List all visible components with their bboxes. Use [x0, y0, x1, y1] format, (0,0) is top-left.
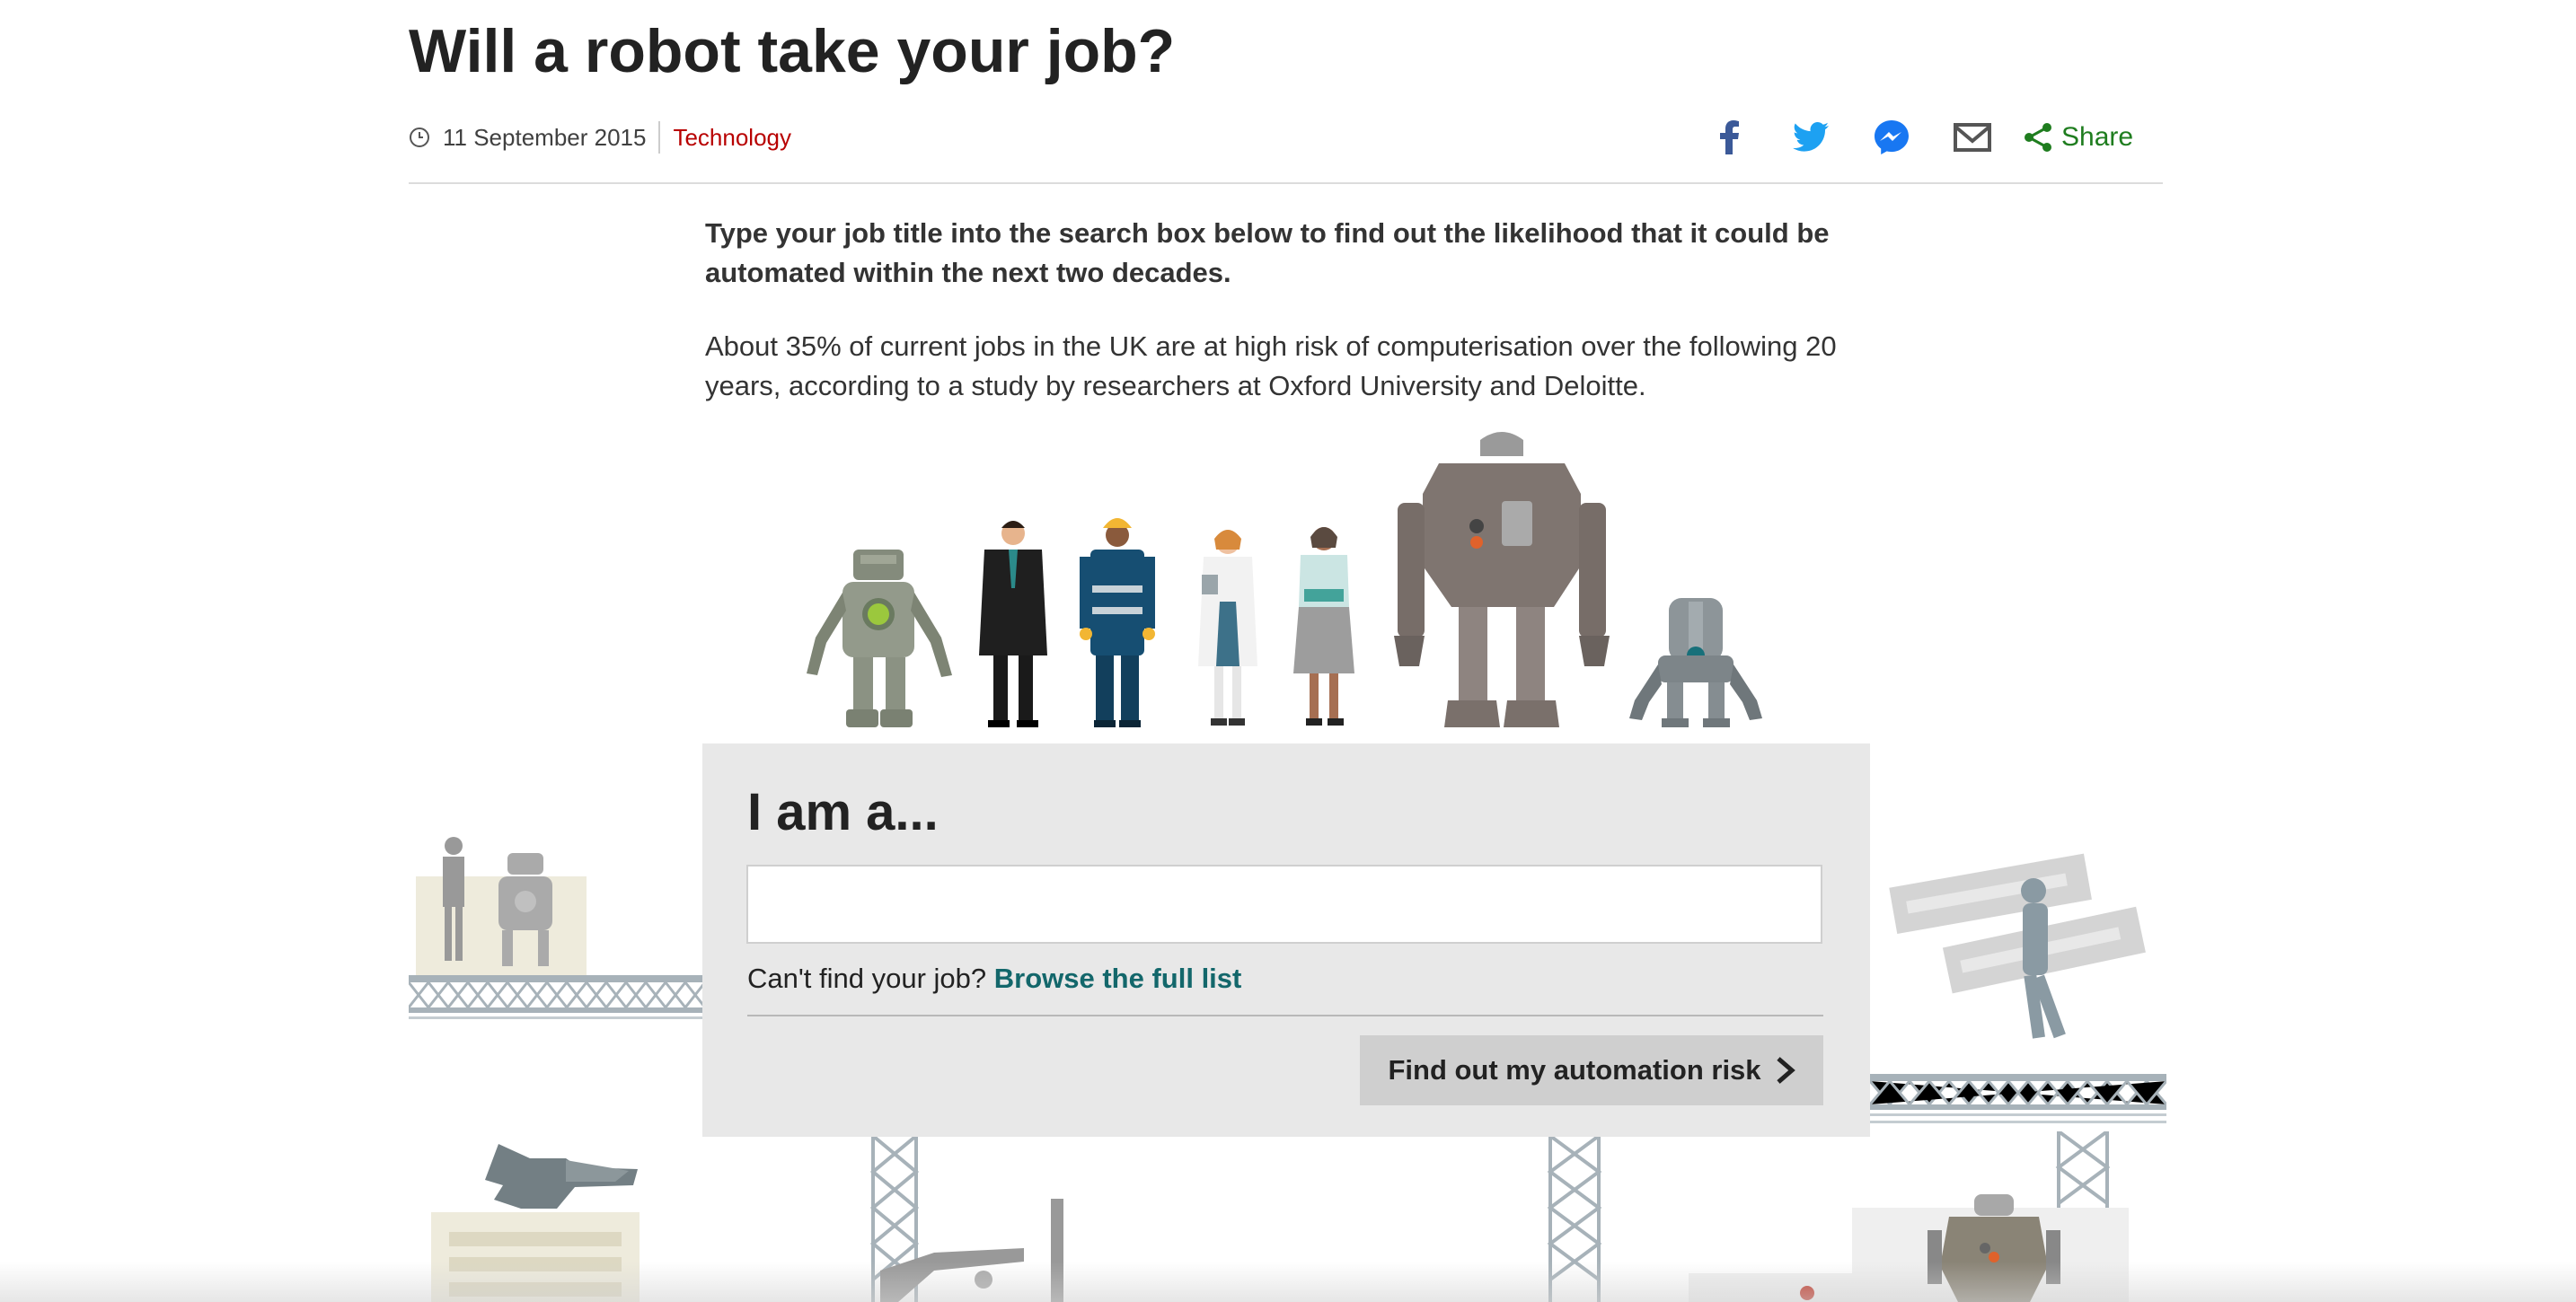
job-search-panel: I am a... Can't find your job? Browse th…	[702, 743, 1870, 1137]
small-teal-robot	[1629, 598, 1762, 727]
panel-divider	[747, 1015, 1823, 1016]
article-date: 11 September 2015	[443, 123, 647, 151]
cant-find-line: Can't find your job? Browse the full lis…	[747, 959, 1241, 998]
figures-lineup-illustration	[807, 432, 1762, 727]
small-green-robot	[807, 550, 952, 727]
browse-full-list-link[interactable]: Browse the full list	[994, 963, 1242, 994]
section-link[interactable]: Technology	[673, 124, 791, 152]
body-paragraph: About 35% of current jobs in the UK are …	[705, 330, 1837, 401]
chevron-right-icon	[1776, 1057, 1795, 1084]
find-risk-button-label: Find out my automation risk	[1388, 1054, 1761, 1086]
clock-icon	[410, 128, 429, 147]
share-label: Share	[2061, 122, 2134, 152]
large-brown-robot	[1394, 432, 1610, 727]
article-meta: 11 September 2015 Technology	[409, 117, 791, 158]
share-bar: Share	[1711, 115, 2133, 160]
job-title-input[interactable]	[746, 865, 1822, 944]
find-risk-button[interactable]: Find out my automation risk	[1360, 1035, 1823, 1105]
meta-divider	[658, 121, 661, 154]
right-scaffold-illustration	[1870, 853, 2166, 1123]
office-worker-figure	[1293, 527, 1354, 726]
left-scaffold-illustration	[409, 837, 705, 1019]
header-divider	[409, 182, 2163, 184]
businessman-figure	[979, 521, 1047, 727]
share-button[interactable]: Share	[2024, 122, 2133, 153]
bottom-fade	[0, 1262, 2576, 1302]
cant-find-text: Can't find your job?	[747, 963, 987, 994]
panel-heading: I am a...	[747, 783, 939, 841]
worker-figure	[1080, 518, 1155, 727]
share-icon	[2025, 123, 2051, 152]
facebook-icon[interactable]	[1711, 119, 1749, 156]
email-icon[interactable]	[1954, 119, 1991, 156]
twitter-icon[interactable]	[1792, 119, 1830, 156]
page-title: Will a robot take your job?	[409, 17, 1176, 85]
doctor-figure	[1198, 530, 1257, 726]
messenger-icon[interactable]	[1873, 119, 1910, 156]
intro-paragraph: Type your job title into the search box …	[705, 217, 1830, 288]
